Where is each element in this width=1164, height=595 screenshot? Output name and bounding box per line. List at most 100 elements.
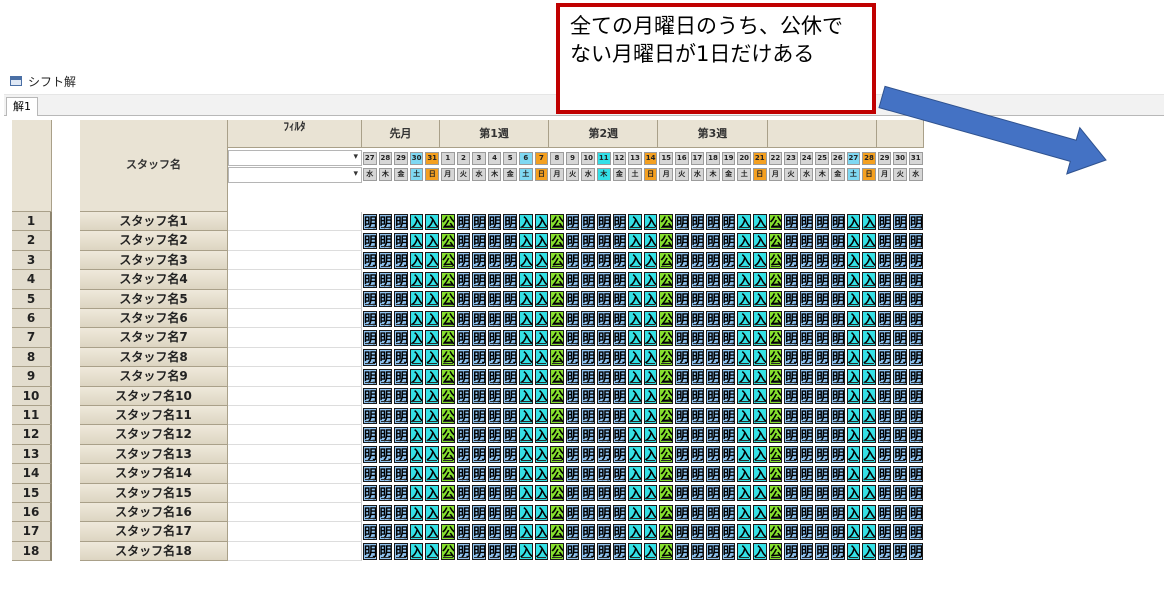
shift-cell[interactable]: 入	[534, 252, 549, 269]
shift-cell[interactable]: 明	[799, 271, 814, 289]
shift-cell[interactable]: 入	[862, 388, 876, 405]
shift-cell[interactable]: 入	[628, 407, 642, 424]
shift-cell[interactable]: 入	[534, 446, 549, 463]
shift-cell[interactable]: 入	[425, 407, 439, 424]
shift-cell[interactable]: 明	[612, 407, 627, 424]
shift-cell[interactable]: 明	[706, 310, 720, 327]
shift-cell[interactable]: 入	[846, 252, 861, 269]
shift-cell[interactable]: 入	[846, 407, 861, 424]
shift-cell[interactable]: 明	[690, 446, 705, 463]
shift-cell[interactable]: 明	[363, 213, 377, 230]
shift-cell[interactable]: 入	[753, 252, 767, 269]
shift-cell[interactable]: 明	[378, 388, 393, 405]
shift-cell[interactable]: 明	[909, 291, 923, 308]
shift-cell[interactable]: 明	[472, 213, 486, 230]
staff-name-cell[interactable]: スタッフ名7	[80, 328, 228, 348]
shift-cell[interactable]: 明	[877, 388, 892, 405]
shift-cell[interactable]: 明	[581, 271, 595, 289]
shift-cell[interactable]: 公	[441, 485, 455, 502]
shift-cell[interactable]: 明	[815, 485, 829, 502]
shift-cell[interactable]: 入	[409, 349, 424, 366]
shift-cell[interactable]: 入	[534, 523, 549, 541]
filter-cell[interactable]	[228, 503, 362, 523]
shift-cell[interactable]: 明	[487, 407, 502, 424]
shift-cell[interactable]: 明	[394, 543, 408, 560]
shift-cell[interactable]: 公	[768, 329, 783, 347]
shift-cell[interactable]: 明	[784, 504, 798, 521]
shift-cell[interactable]: 入	[534, 271, 549, 289]
day-weekday-cell[interactable]: 金	[503, 168, 517, 181]
shift-cell[interactable]: 明	[909, 310, 923, 327]
shift-cell[interactable]: 入	[862, 271, 876, 289]
shift-cell[interactable]: 入	[753, 465, 767, 483]
shift-cell[interactable]: 入	[628, 291, 642, 308]
shift-cell[interactable]: 入	[846, 349, 861, 366]
filter-cell[interactable]	[228, 212, 362, 232]
tab-solution-1[interactable]: 解1	[6, 97, 38, 116]
shift-cell[interactable]: 明	[597, 213, 611, 230]
day-weekday-cell[interactable]: 金	[612, 168, 627, 181]
day-date-cell[interactable]: 28	[378, 152, 393, 165]
shift-cell[interactable]: 明	[831, 523, 845, 541]
shift-cell[interactable]: 明	[456, 329, 471, 347]
shift-cell[interactable]: 明	[721, 426, 736, 444]
shift-cell[interactable]: 公	[659, 407, 673, 424]
day-weekday-cell[interactable]: 日	[862, 168, 876, 181]
shift-cell[interactable]: 明	[394, 310, 408, 327]
shift-cell[interactable]: 明	[893, 271, 907, 289]
shift-cell[interactable]: 明	[472, 252, 486, 269]
shift-cell[interactable]: 公	[768, 213, 783, 230]
shift-cell[interactable]: 明	[394, 232, 408, 250]
shift-cell[interactable]: 入	[519, 349, 533, 366]
shift-cell[interactable]: 明	[597, 232, 611, 250]
shift-cell[interactable]: 公	[768, 543, 783, 560]
shift-cell[interactable]: 入	[737, 232, 751, 250]
day-weekday-cell[interactable]: 水	[472, 168, 486, 181]
shift-cell[interactable]: 明	[721, 446, 736, 463]
filter-cell[interactable]	[228, 444, 362, 465]
shift-cell[interactable]: 明	[877, 523, 892, 541]
shift-cell[interactable]: 入	[862, 485, 876, 502]
shift-cell[interactable]: 公	[659, 543, 673, 560]
shift-cell[interactable]: 明	[487, 232, 502, 250]
shift-cell[interactable]: 入	[643, 523, 658, 541]
shift-cell[interactable]: 入	[425, 465, 439, 483]
shift-cell[interactable]: 入	[425, 310, 439, 327]
shift-cell[interactable]: 明	[877, 310, 892, 327]
filter-dropdown-date[interactable]	[228, 150, 362, 166]
day-date-cell[interactable]: 7	[534, 152, 549, 165]
shift-cell[interactable]: 入	[628, 271, 642, 289]
shift-cell[interactable]: 明	[706, 252, 720, 269]
shift-cell[interactable]: 入	[425, 252, 439, 269]
staff-name-cell[interactable]: スタッフ名14	[80, 464, 228, 484]
shift-cell[interactable]: 公	[550, 407, 564, 424]
shift-cell[interactable]: 公	[659, 271, 673, 289]
staff-name-cell[interactable]: スタッフ名16	[80, 503, 228, 523]
shift-cell[interactable]: 明	[456, 310, 471, 327]
shift-cell[interactable]: 入	[519, 368, 533, 386]
shift-cell[interactable]: 公	[441, 523, 455, 541]
shift-cell[interactable]: 明	[799, 523, 814, 541]
shift-cell[interactable]: 入	[862, 504, 876, 521]
shift-cell[interactable]: 明	[581, 291, 595, 308]
shift-cell[interactable]: 明	[363, 523, 377, 541]
shift-cell[interactable]: 明	[581, 213, 595, 230]
shift-cell[interactable]: 公	[441, 407, 455, 424]
shift-cell[interactable]: 入	[753, 407, 767, 424]
shift-cell[interactable]: 明	[831, 543, 845, 560]
shift-cell[interactable]: 入	[753, 543, 767, 560]
shift-cell[interactable]: 入	[409, 504, 424, 521]
shift-cell[interactable]: 公	[550, 232, 564, 250]
shift-cell[interactable]: 明	[597, 329, 611, 347]
shift-cell[interactable]: 明	[675, 252, 689, 269]
shift-cell[interactable]: 明	[597, 543, 611, 560]
filter-cell[interactable]	[228, 231, 362, 251]
staff-name-cell[interactable]: スタッフ名9	[80, 367, 228, 387]
shift-cell[interactable]: 明	[378, 407, 393, 424]
shift-cell[interactable]: 公	[550, 426, 564, 444]
shift-cell[interactable]: 明	[503, 271, 517, 289]
shift-cell[interactable]: 明	[378, 232, 393, 250]
shift-cell[interactable]: 明	[456, 446, 471, 463]
day-date-cell[interactable]: 17	[690, 152, 705, 165]
shift-cell[interactable]: 公	[659, 523, 673, 541]
